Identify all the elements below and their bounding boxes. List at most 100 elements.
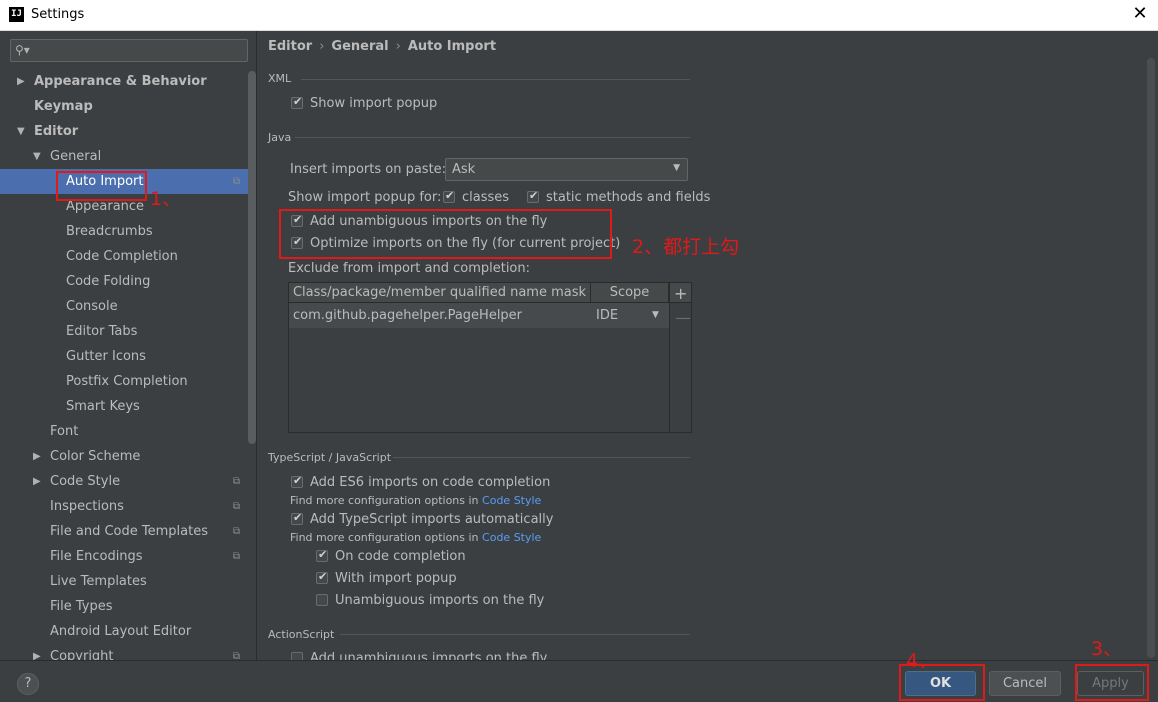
expand-down-icon[interactable]: ▼: [33, 144, 41, 169]
sidebar-scrollbar[interactable]: [248, 71, 256, 444]
sidebar-item[interactable]: Editor Tabs: [0, 319, 256, 344]
classes-checkbox[interactable]: classes: [443, 189, 510, 205]
java-separator: [295, 137, 690, 138]
settings-sidebar: ⚲▾ ▶ Appearance & Behavior Keymap ▼ Editor ▼ G…: [0, 31, 257, 660]
find-more-text: Find more configuration options in: [290, 494, 483, 507]
sidebar-item[interactable]: Keymap: [0, 94, 256, 119]
sidebar-item-label: Color Scheme: [50, 449, 141, 464]
checkbox-label: Add unambiguous imports on the fly: [310, 651, 548, 660]
scope-column-header[interactable]: Scope: [591, 283, 669, 302]
static-methods-checkbox[interactable]: static methods and fields: [527, 189, 711, 205]
project-settings-icon: ⧉: [232, 476, 240, 487]
actionscript-section-title: ActionScript: [268, 628, 335, 641]
annotation-label-2: 2、都打上勾: [632, 236, 740, 258]
sidebar-item[interactable]: Gutter Icons: [0, 344, 256, 369]
project-settings-icon: ⧉: [232, 551, 240, 562]
title-bar: IJ Settings ✕: [0, 0, 1158, 31]
show-popup-label: Show import popup for:: [288, 190, 442, 205]
checkbox-unchecked-icon: [291, 652, 303, 660]
checkbox-checked-icon: [527, 189, 539, 203]
sidebar-item[interactable]: ▼ General: [0, 144, 256, 169]
content-scrollbar[interactable]: [1147, 58, 1155, 658]
expand-right-icon[interactable]: ▶: [17, 69, 25, 94]
sidebar-item[interactable]: Breadcrumbs: [0, 219, 256, 244]
xml-show-import-popup-checkbox[interactable]: Show import popup: [291, 95, 437, 111]
find-more-text-2: Find more configuration options in Code …: [290, 531, 541, 544]
unambiguous-imports-checkbox[interactable]: Unambiguous imports on the fly: [316, 593, 544, 608]
xml-section-title: XML: [268, 72, 292, 85]
project-settings-icon: ⧉: [232, 526, 240, 537]
add-icon[interactable]: +: [674, 284, 687, 303]
sidebar-item[interactable]: Android Layout Editor: [0, 619, 256, 644]
sidebar-item-label: Code Folding: [66, 274, 151, 289]
sidebar-item[interactable]: Font: [0, 419, 256, 444]
sidebar-item[interactable]: ▶ Code Style ⧉: [0, 469, 256, 494]
annotation-box-auto-import: [56, 171, 147, 201]
help-icon[interactable]: ?: [17, 673, 39, 695]
actionscript-unambiguous-checkbox[interactable]: Add unambiguous imports on the fly: [291, 651, 547, 660]
checkbox-label: static methods and fields: [546, 190, 711, 205]
scope-cell[interactable]: IDE: [596, 303, 618, 328]
sidebar-item[interactable]: ▶ Appearance & Behavior: [0, 69, 256, 94]
sidebar-item[interactable]: File and Code Templates ⧉: [0, 519, 256, 544]
sidebar-item-label: General: [50, 149, 102, 164]
sidebar-item-label: Live Templates: [50, 574, 147, 589]
sidebar-item-label: Editor: [34, 124, 79, 139]
sidebar-item-label: Font: [50, 424, 79, 439]
code-style-link[interactable]: Code Style: [482, 494, 541, 507]
expand-right-icon[interactable]: ▶: [33, 469, 41, 494]
es6-imports-checkbox[interactable]: Add ES6 imports on code completion: [291, 474, 551, 490]
sidebar-item[interactable]: ▶ Copyright ⧉: [0, 644, 256, 660]
java-section-title: Java: [268, 131, 292, 144]
sidebar-item-label: Console: [66, 299, 118, 314]
insert-imports-select[interactable]: Ask ▼: [445, 158, 688, 181]
typescript-separator: [393, 457, 690, 458]
sidebar-item[interactable]: Postfix Completion: [0, 369, 256, 394]
chevron-down-icon[interactable]: ▼: [652, 303, 659, 328]
sidebar-item[interactable]: Code Folding: [0, 269, 256, 294]
breadcrumb-editor[interactable]: Editor: [268, 39, 312, 54]
chevron-down-icon: ▼: [673, 163, 680, 173]
table-header: Class/package/member qualified name mask…: [289, 283, 691, 303]
sidebar-item[interactable]: Live Templates: [0, 569, 256, 594]
sidebar-item[interactable]: Code Completion: [0, 244, 256, 269]
remove-icon[interactable]: —: [675, 308, 691, 327]
expand-right-icon[interactable]: ▶: [33, 444, 41, 469]
breadcrumb-general[interactable]: General: [331, 39, 388, 54]
on-code-completion-checkbox[interactable]: On code completion: [316, 548, 466, 564]
table-row[interactable]: com.github.pagehelper.PageHelper IDE ▼: [289, 303, 669, 328]
annotation-label-4: 4、: [906, 650, 938, 672]
sidebar-item-label: Inspections: [50, 499, 124, 514]
cancel-button[interactable]: Cancel: [989, 671, 1061, 696]
typescript-imports-checkbox[interactable]: Add TypeScript imports automatically: [291, 511, 553, 527]
sidebar-item[interactable]: Console: [0, 294, 256, 319]
sidebar-item[interactable]: Smart Keys: [0, 394, 256, 419]
checkbox-label: Add ES6 imports on code completion: [310, 475, 551, 490]
sidebar-item[interactable]: Inspections ⧉: [0, 494, 256, 519]
checkbox-checked-icon: [316, 548, 328, 562]
sidebar-item[interactable]: File Encodings ⧉: [0, 544, 256, 569]
sidebar-item-label: Smart Keys: [66, 399, 140, 414]
expand-down-icon[interactable]: ▼: [17, 119, 25, 144]
mask-column-header[interactable]: Class/package/member qualified name mask: [289, 283, 591, 302]
annotation-box-checkboxes: [279, 209, 612, 259]
sidebar-item-label: File Types: [50, 599, 113, 614]
sidebar-item-label: Appearance & Behavior: [34, 74, 207, 89]
sidebar-item[interactable]: ▶ Color Scheme: [0, 444, 256, 469]
settings-content: Editor › General › Auto Import XML Show impo…: [257, 31, 1158, 660]
annotation-label-3: 3、: [1091, 638, 1123, 660]
with-import-popup-checkbox[interactable]: With import popup: [316, 570, 457, 586]
sidebar-item[interactable]: ▼ Editor: [0, 119, 256, 144]
sidebar-item[interactable]: File Types: [0, 594, 256, 619]
checkbox-label: classes: [462, 190, 510, 205]
sidebar-item-label: File and Code Templates: [50, 524, 208, 539]
sidebar-item-label: Android Layout Editor: [50, 624, 192, 639]
checkbox-checked-icon: [291, 95, 303, 109]
actionscript-separator: [340, 634, 690, 635]
close-icon[interactable]: ✕: [1130, 3, 1150, 24]
expand-right-icon[interactable]: ▶: [33, 644, 41, 660]
find-more-text: Find more configuration options in: [290, 531, 483, 544]
search-input[interactable]: ⚲▾: [10, 39, 248, 62]
code-style-link[interactable]: Code Style: [482, 531, 541, 544]
window-title: Settings: [31, 7, 85, 22]
